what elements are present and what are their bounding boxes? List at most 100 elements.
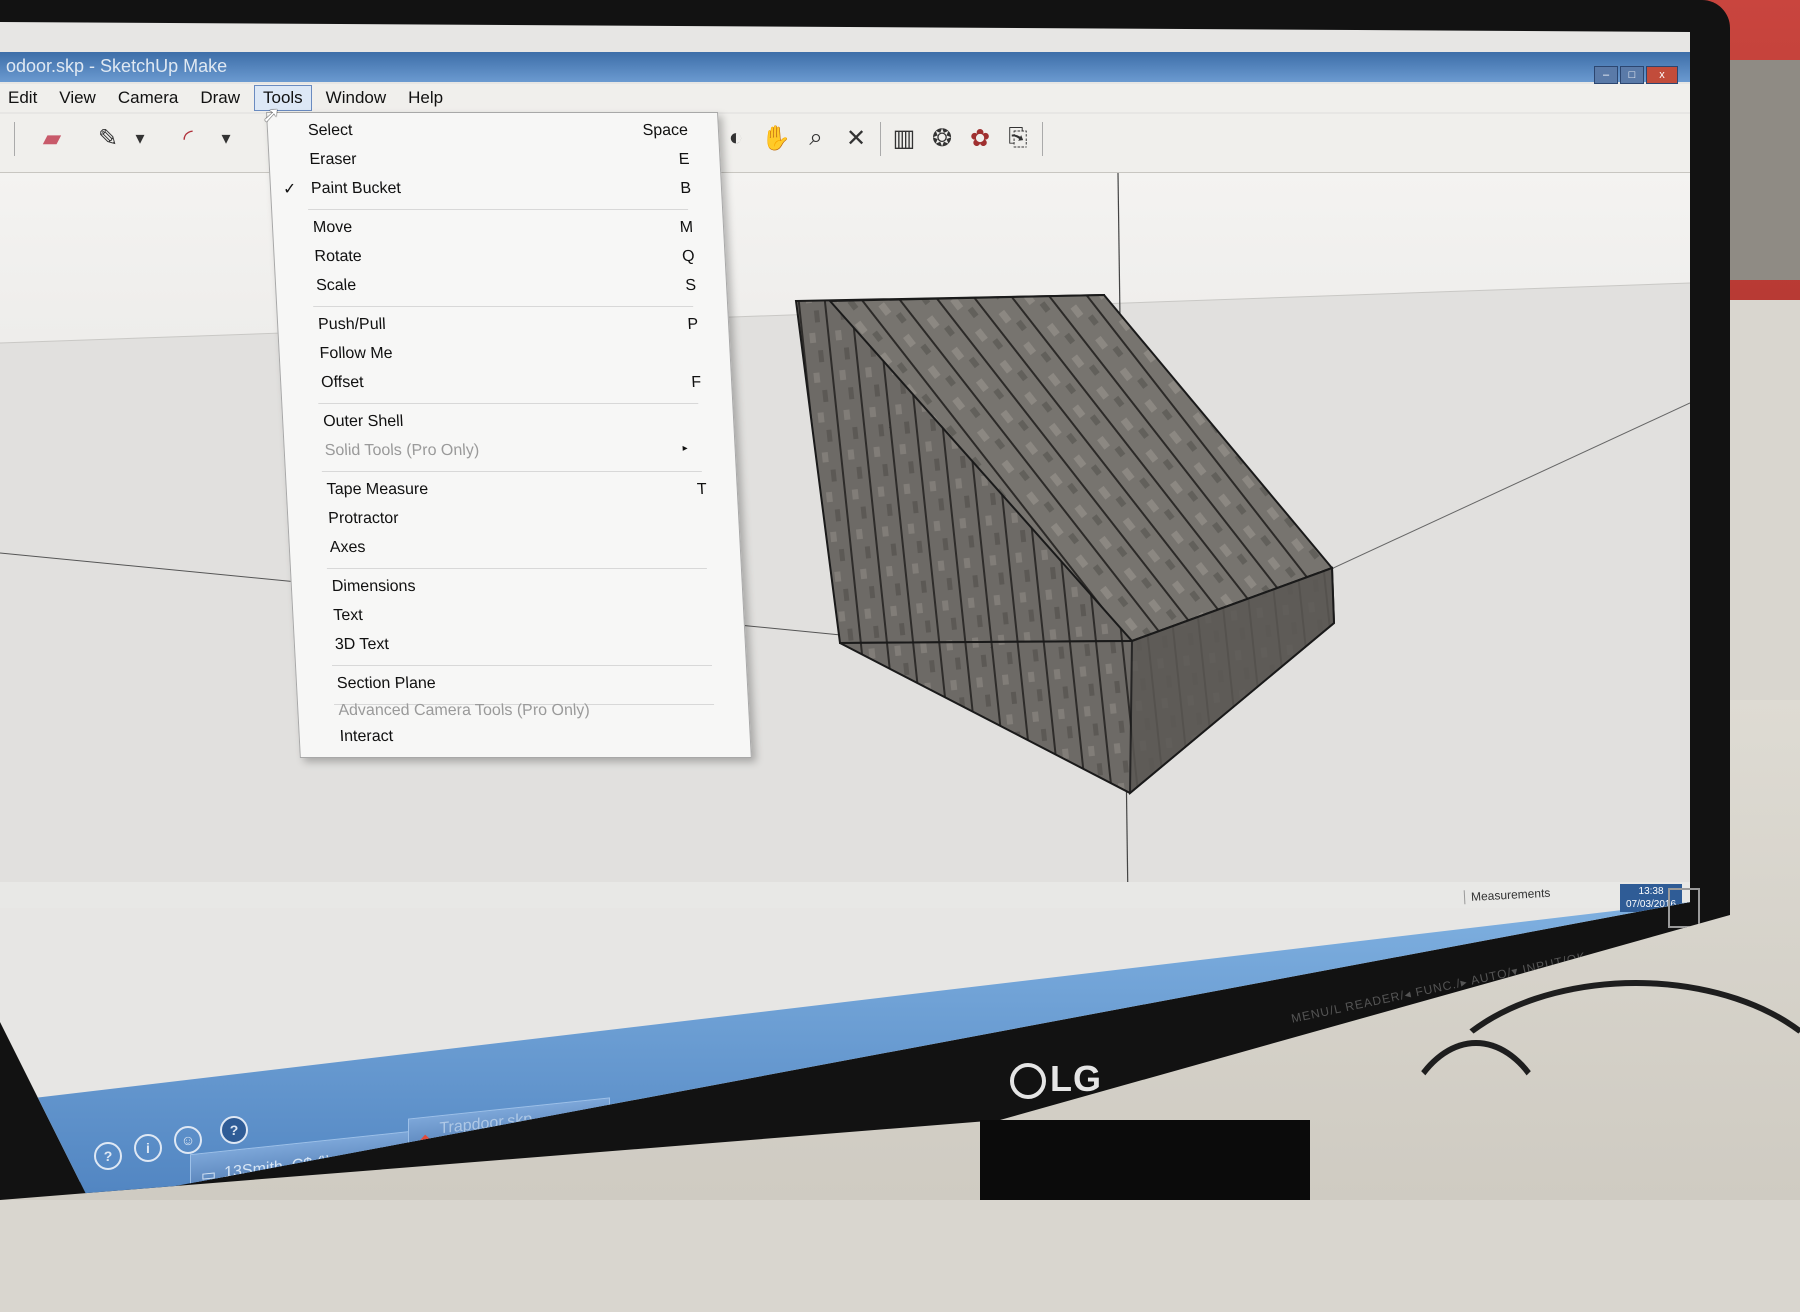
- minimize-button[interactable]: –: [1594, 66, 1618, 84]
- menu-item-label: Tape Measure: [326, 481, 429, 498]
- zoom-extents-icon[interactable]: ✕: [838, 120, 874, 156]
- menu-item-outer-shell[interactable]: Outer Shell: [283, 410, 704, 436]
- share-model-icon[interactable]: ⎘: [1000, 120, 1036, 156]
- menu-item-shortcut: F: [690, 374, 702, 391]
- question-tray-icon[interactable]: ?: [220, 1116, 248, 1144]
- monitor-cable: [1390, 1040, 1562, 1312]
- menu-edit[interactable]: Edit: [0, 86, 45, 110]
- menu-item-label: Push/Pull: [317, 316, 387, 333]
- toolbar: ▰ ✎ ▾ ◜ ▾ ◈ ◐ ✋ ⌕ ✕ ▥ ❂ ✿ ⎘: [0, 114, 1690, 173]
- toolbar-separator: [1042, 122, 1043, 156]
- menu-item-eraser[interactable]: Eraser E: [269, 148, 690, 174]
- menu-item-rotate[interactable]: Rotate Q: [274, 245, 695, 271]
- menu-item-label: Follow Me: [319, 345, 394, 362]
- components-icon[interactable]: ✿: [962, 120, 998, 156]
- help-tray-icon[interactable]: ?: [94, 1142, 122, 1170]
- orbit-icon[interactable]: ◐: [718, 120, 754, 156]
- dropdown-arrow-icon[interactable]: ▾: [130, 120, 150, 156]
- menu-item-label: Section Plane: [336, 675, 437, 692]
- maximize-button[interactable]: □: [1620, 66, 1644, 84]
- menu-separator: [321, 471, 702, 472]
- menu-item-push-pull[interactable]: Push/Pull P: [278, 313, 699, 339]
- menu-item-label: Dimensions: [331, 578, 416, 595]
- eraser-icon[interactable]: ▰: [34, 120, 70, 156]
- menu-item-label: Text: [332, 607, 364, 624]
- menu-item-follow-me[interactable]: Follow Me: [279, 342, 700, 368]
- menu-item-shortcut: B: [679, 180, 692, 197]
- menu-item-interact[interactable]: Interact: [299, 725, 720, 751]
- menu-draw[interactable]: Draw: [192, 86, 248, 110]
- brand-name: LG: [1050, 1058, 1102, 1099]
- folder-icon: ▭: [201, 1166, 217, 1186]
- menu-item-section-plane[interactable]: Section Plane: [296, 672, 717, 698]
- checkmark-icon: ✓: [282, 181, 297, 198]
- menu-item-label: Scale: [315, 277, 357, 294]
- menu-item-label: Eraser: [309, 151, 358, 168]
- energy-star-badge: [1668, 888, 1700, 928]
- pan-hand-icon[interactable]: ✋: [758, 120, 794, 156]
- menu-separator: [326, 568, 707, 569]
- pencil-icon[interactable]: ✎: [90, 120, 126, 156]
- menubar: Edit View Camera Draw Tools Window Help: [0, 84, 1690, 112]
- menu-item-tape-measure[interactable]: Tape Measure T: [286, 478, 707, 504]
- monitor-brand: LG: [1010, 1058, 1102, 1100]
- menu-item-dimensions[interactable]: Dimensions: [291, 575, 712, 601]
- menu-camera[interactable]: Camera: [110, 86, 186, 110]
- menu-separator: [318, 403, 699, 404]
- warehouse-icon[interactable]: ❂: [924, 120, 960, 156]
- menu-item-shortcut: Q: [681, 248, 696, 265]
- menu-item-label: Advanced Camera Tools (Pro Only): [337, 702, 591, 719]
- menu-item-shortcut: Space: [642, 122, 689, 139]
- statusbar: [0, 882, 1690, 908]
- menu-item-paint-bucket[interactable]: ✓ Paint Bucket B: [270, 177, 692, 203]
- menu-item-offset[interactable]: Offset F: [281, 371, 702, 397]
- menu-item-advanced-camera-tools[interactable]: Advanced Camera Tools (Pro Only): [298, 699, 719, 725]
- mouse-cursor-icon: ➚: [262, 102, 281, 127]
- menu-item-label: Solid Tools (Pro Only): [324, 442, 480, 459]
- menu-item-shortcut: M: [679, 219, 694, 236]
- menu-item-shortcut: P: [687, 316, 699, 333]
- menu-item-label: Select: [307, 122, 353, 139]
- tools-dropdown-menu: Select Space Eraser E ✓ Paint Bucket B M…: [266, 112, 752, 758]
- previous-view-icon[interactable]: ▥: [886, 120, 922, 156]
- menu-help[interactable]: Help: [400, 86, 451, 110]
- close-button[interactable]: x: [1646, 66, 1678, 84]
- menu-item-label: Rotate: [314, 248, 363, 265]
- model-canvas: [0, 173, 1690, 903]
- menu-item-label: Move: [312, 219, 353, 236]
- menu-item-shortcut: S: [684, 277, 697, 294]
- menu-item-shortcut: E: [678, 151, 690, 168]
- window-titlebar: odoor.skp - SketchUp Make: [0, 52, 1690, 82]
- window-controls: – □ x: [1594, 66, 1678, 84]
- model-viewport[interactable]: [0, 173, 1690, 903]
- toolbar-separator: [14, 122, 15, 156]
- menu-item-text[interactable]: Text: [293, 604, 714, 630]
- sketchup-icon: ◆: [419, 1131, 432, 1150]
- menu-separator: [331, 665, 713, 666]
- zoom-icon[interactable]: ⌕: [798, 120, 834, 156]
- user-tray-icon[interactable]: ☺: [174, 1126, 202, 1154]
- menu-item-select[interactable]: Select Space: [267, 119, 689, 145]
- menu-item-label: Offset: [320, 374, 365, 391]
- menu-item-label: Axes: [329, 539, 366, 556]
- menu-item-shortcut: T: [696, 481, 708, 498]
- arc-tool-icon[interactable]: ◜: [170, 120, 206, 156]
- info-tray-icon[interactable]: i: [134, 1134, 162, 1162]
- lg-logo-icon: [1010, 1063, 1046, 1100]
- menu-window[interactable]: Window: [318, 86, 394, 110]
- menu-item-scale[interactable]: Scale S: [275, 274, 697, 300]
- menu-item-move[interactable]: Move M: [272, 216, 694, 242]
- submenu-arrow-icon: ▸: [682, 443, 688, 454]
- menu-item-axes[interactable]: Axes: [289, 536, 710, 562]
- menu-item-3d-text[interactable]: 3D Text: [294, 633, 715, 659]
- menu-item-label: Interact: [339, 728, 394, 745]
- dropdown-arrow-icon[interactable]: ▾: [216, 120, 236, 156]
- monitor-stand: [980, 1120, 1310, 1200]
- menu-separator: [313, 306, 694, 307]
- menu-view[interactable]: View: [51, 86, 104, 110]
- menu-item-protractor[interactable]: Protractor: [288, 507, 709, 533]
- menu-item-label: Protractor: [327, 510, 399, 527]
- menu-item-solid-tools[interactable]: Solid Tools (Pro Only) ▸: [284, 439, 705, 465]
- menu-item-label: Paint Bucket: [310, 180, 402, 197]
- background-wall-panel: [1730, 60, 1800, 280]
